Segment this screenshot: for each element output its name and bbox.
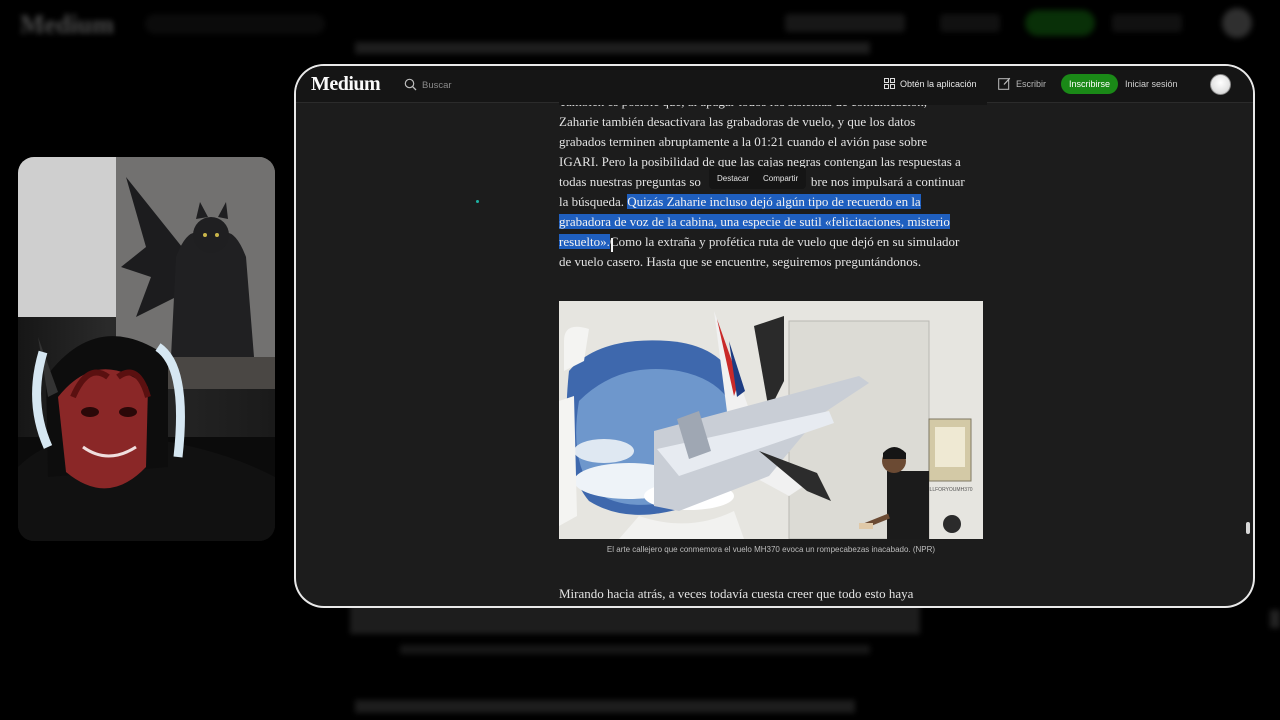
write-button[interactable]: Escribir [998, 77, 1046, 90]
app-grid-icon [884, 78, 895, 89]
selected-text[interactable]: resuelto». [559, 234, 610, 249]
background-caption [400, 645, 870, 654]
get-app-button[interactable]: Obtén la aplicación [884, 78, 977, 89]
scrollbar-thumb[interactable] [1246, 522, 1250, 534]
text-fragment: la búsqueda. [559, 194, 628, 209]
browser-window: Medium Obtén la aplicación Escribir Insc… [296, 66, 1253, 606]
background-scroll-marker [1270, 610, 1280, 628]
signup-button[interactable]: Inscribirse [1061, 74, 1119, 94]
background-text-line [355, 700, 855, 713]
avatar[interactable] [1210, 74, 1231, 95]
figure-caption: El arte callejero que conmemora el vuelo… [606, 545, 936, 554]
header-overlap [559, 94, 987, 105]
webcam-door [18, 157, 118, 317]
text-line: grabadora de voz de la cabina, una espec… [559, 212, 987, 232]
background-app-button [785, 14, 905, 32]
login-link[interactable]: Iniciar sesión [1125, 79, 1178, 89]
text-line: Zaharie también desactivara las grabador… [559, 114, 916, 129]
background-text-line [355, 42, 870, 54]
search-input[interactable] [422, 77, 572, 93]
text-line: resuelto».Como la extraña y profética ru… [559, 232, 987, 252]
text-cursor [611, 238, 613, 252]
cursor-dot [476, 200, 479, 203]
selected-text[interactable]: Quizás Zaharie incluso dejó algún tipo d… [627, 194, 921, 209]
background-logo: Medium [20, 10, 114, 39]
search-icon[interactable] [404, 78, 417, 91]
medium-logo[interactable]: Medium [311, 73, 381, 96]
highlight-button[interactable]: Destacar [717, 174, 749, 183]
write-icon [998, 77, 1011, 90]
background-write-button [940, 14, 1000, 32]
text-fragment: Como la extraña y profética ruta de vuel… [609, 234, 960, 249]
write-label: Escribir [1016, 78, 1047, 89]
webcam-overlay [18, 157, 275, 541]
article-paragraph-next: Mirando hacia atrás, a veces todavía cue… [559, 586, 914, 601]
article-figure[interactable]: #STILLFORYOUMH370 [559, 301, 983, 539]
selection-toolbar: Destacar Compartir [709, 167, 807, 189]
background-signup-button [1025, 10, 1095, 36]
background-login-link [1112, 14, 1182, 32]
get-app-label: Obtén la aplicación [900, 78, 977, 89]
webcam-person [18, 307, 275, 541]
share-button[interactable]: Compartir [763, 174, 798, 183]
background-search [145, 14, 325, 34]
text-line: de vuelo casero. Hasta que se encuentre,… [559, 254, 922, 269]
mh370-mural-image: #STILLFORYOUMH370 [559, 301, 983, 539]
text-line: grabados terminen abruptamente a la 01:2… [559, 134, 928, 149]
background-avatar [1222, 8, 1252, 38]
selected-text[interactable]: grabadora de voz de la cabina, una espec… [559, 214, 950, 229]
text-line: la búsqueda. Quizás Zaharie incluso dejó… [559, 192, 987, 212]
text-fragment: bre nos impulsará a continuar [810, 174, 965, 189]
text-fragment: todas nuestras preguntas so [559, 174, 701, 189]
